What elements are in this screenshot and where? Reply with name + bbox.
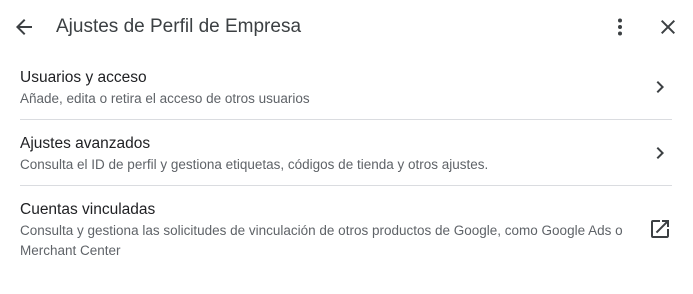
list-item-cuentas-vinculadas[interactable]: Cuentas vinculadas Consulta y gestiona l… xyxy=(20,186,672,276)
list-item-usuarios-y-acceso[interactable]: Usuarios y acceso Añade, edita o retira … xyxy=(20,54,672,119)
settings-list: Usuarios y acceso Añade, edita o retira … xyxy=(20,54,672,276)
list-item-description: Consulta el ID de perfil y gestiona etiq… xyxy=(20,157,489,172)
list-item-ajustes-avanzados[interactable]: Ajustes avanzados Consulta el ID de perf… xyxy=(20,120,672,185)
list-item-description: Consulta y gestiona las solicitudes de v… xyxy=(20,223,623,258)
back-button[interactable] xyxy=(6,9,42,45)
list-item-title: Cuentas vinculadas xyxy=(20,201,156,218)
arrow-back-icon xyxy=(12,15,36,39)
open-in-new-icon xyxy=(648,217,672,241)
list-item-title: Usuarios y acceso xyxy=(20,69,147,86)
dialog-header: Ajustes de Perfil de Empresa xyxy=(0,0,693,54)
list-item-description: Añade, edita o retira el acceso de otros… xyxy=(20,91,310,106)
chevron-right-icon xyxy=(648,141,672,165)
more-options-button[interactable] xyxy=(602,9,638,45)
close-button[interactable] xyxy=(650,9,686,45)
more-vert-icon xyxy=(608,15,632,39)
close-icon xyxy=(656,15,680,39)
list-item-title: Ajustes avanzados xyxy=(20,135,151,152)
chevron-right-icon xyxy=(648,75,672,99)
page-title: Ajustes de Perfil de Empresa xyxy=(56,16,302,37)
